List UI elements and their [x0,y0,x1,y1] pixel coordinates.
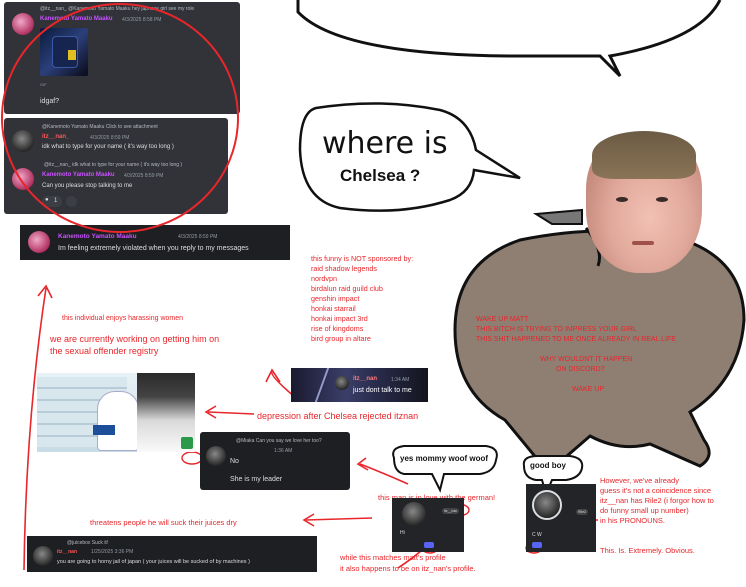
arrow-to-juicebox [305,517,373,521]
goodboy-text: good boy [530,461,566,470]
chelsea-text: Chelsea ? [340,166,421,185]
message-text: No [230,458,239,465]
pharmacy-image [37,373,195,452]
timestamp: 1:34 AM [391,377,410,383]
no-card: @Miaka Can you say we love her too? 1:36… [200,432,350,490]
matt-face-photo [586,131,702,273]
profile-pill[interactable]: itz__nan [442,508,460,514]
reply-line: @juicebox Suck it! [67,540,109,546]
message-text: She is my leader [230,476,283,483]
medicine-box [93,425,115,435]
wake-up-text: WAKE UP MATT THIS BITCH IS TRYING TO IMP… [476,315,726,395]
message-text: just dont talk to me [353,387,412,394]
profile-badge[interactable] [424,542,434,548]
author-name[interactable]: itz__nan [57,549,77,555]
top-speech-bubble [296,0,722,78]
where-is-line: where is [322,126,448,161]
message-text: you are going to horny jail of japan ( y… [57,559,250,565]
author-name[interactable]: itz__nan [353,376,377,382]
juicebox-card: @juicebox Suck it! itz__nan 1/25/2025 3:… [27,536,317,572]
profile-pill[interactable]: Rile2 [576,509,588,515]
wake-up-line: WAKE UP [572,386,605,393]
matt-hair [592,131,696,179]
arrow-to-pharmacy [207,411,255,415]
avatar[interactable] [206,446,226,466]
profile-tag: Hi [400,530,405,536]
reply-line: @Miaka Can you say we love her too? [236,438,322,444]
matt-arm [532,208,583,225]
wake-up-line: ON DISCORD? [556,366,605,373]
green-logo-icon [181,437,193,449]
woof-text: yes mommy woof woof [400,454,489,463]
profile-tag: C W [532,532,542,538]
wake-up-line: THIS SHIT HAPPENED TO ME ONCE ALREADY IN… [476,336,676,343]
profile-avatar[interactable] [400,500,428,528]
timestamp: 1/25/2025 3:36 PM [91,549,134,555]
pharmacist-figure [97,391,139,451]
timestamp: 1:36 AM [274,448,293,454]
profile-card-right: Rile2 C W [526,484,596,552]
avatar[interactable] [33,546,53,566]
matt-eye-left [616,197,628,202]
woof-bubble [392,445,498,493]
matt-mouth [632,241,654,245]
depression-card: itz__nan 1:34 AM just dont talk to me [291,368,428,402]
arrow-to-no-card-head [356,457,369,471]
profile-badge[interactable] [532,542,542,548]
red-highlight-circle [1,3,239,233]
wake-up-line: WAKE UP MATT [476,316,529,323]
matt-eye-right [656,197,668,202]
avatar[interactable] [335,376,349,390]
wake-up-line: THIS BITCH IS TRYING TO IMPRESS YOUR GIR… [476,326,637,333]
profile-avatar[interactable] [532,490,562,520]
profile-card-left: Hi itz__nan [392,498,464,552]
drawing-layer [1,0,746,571]
wake-up-line: WHY WOULDNT IT HAPPEN [540,356,633,363]
lightning-effect [314,368,330,402]
where-is-text: where is [322,128,448,160]
